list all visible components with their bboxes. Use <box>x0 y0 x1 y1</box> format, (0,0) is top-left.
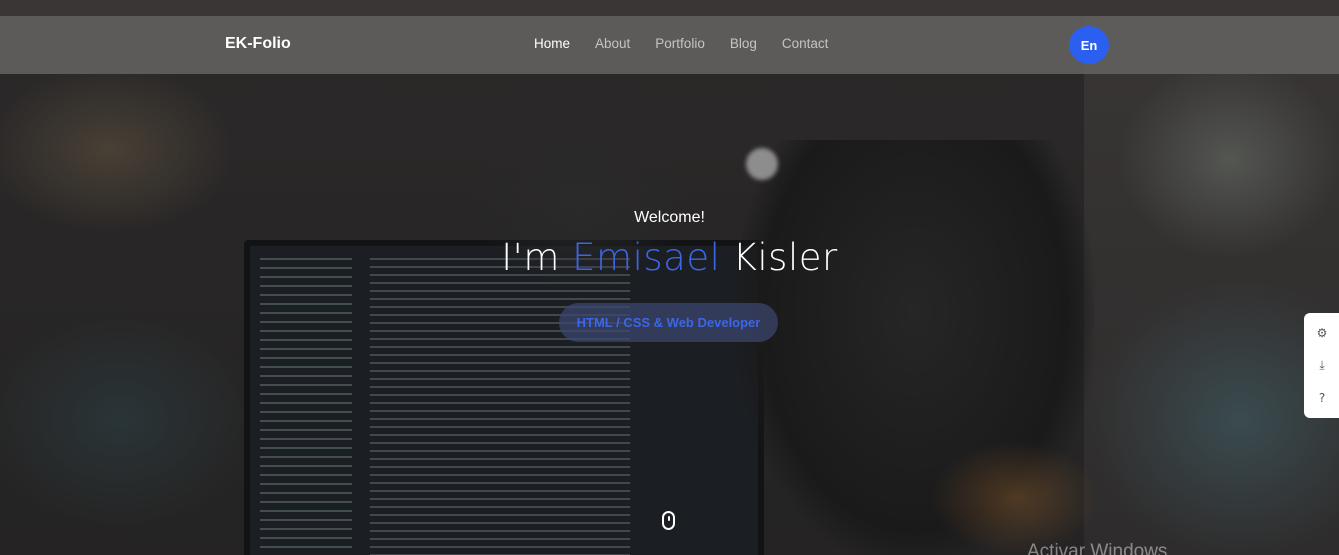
side-toolbar: ⚙ ⤓ ? <box>1304 313 1339 418</box>
mouse-scroll-icon[interactable] <box>662 511 675 530</box>
hero-title-first-name: Emisael <box>572 236 721 279</box>
gear-icon[interactable]: ⚙ <box>1311 322 1333 344</box>
role-badge: HTML / CSS & Web Developer <box>559 303 778 342</box>
windows-activation-watermark: Activar Windows <box>1027 541 1168 555</box>
hero-title-prefix: I'm <box>501 236 560 279</box>
hero-title-last-name: Kisler <box>732 236 838 279</box>
hero-welcome: Welcome! <box>634 209 705 226</box>
hero-section: Welcome! I'm Emisael Kisler HTML / CSS &… <box>0 0 1339 555</box>
help-icon[interactable]: ? <box>1311 387 1333 409</box>
download-icon[interactable]: ⤓ <box>1311 354 1333 376</box>
hero-title: I'm Emisael Kisler <box>0 236 1339 279</box>
